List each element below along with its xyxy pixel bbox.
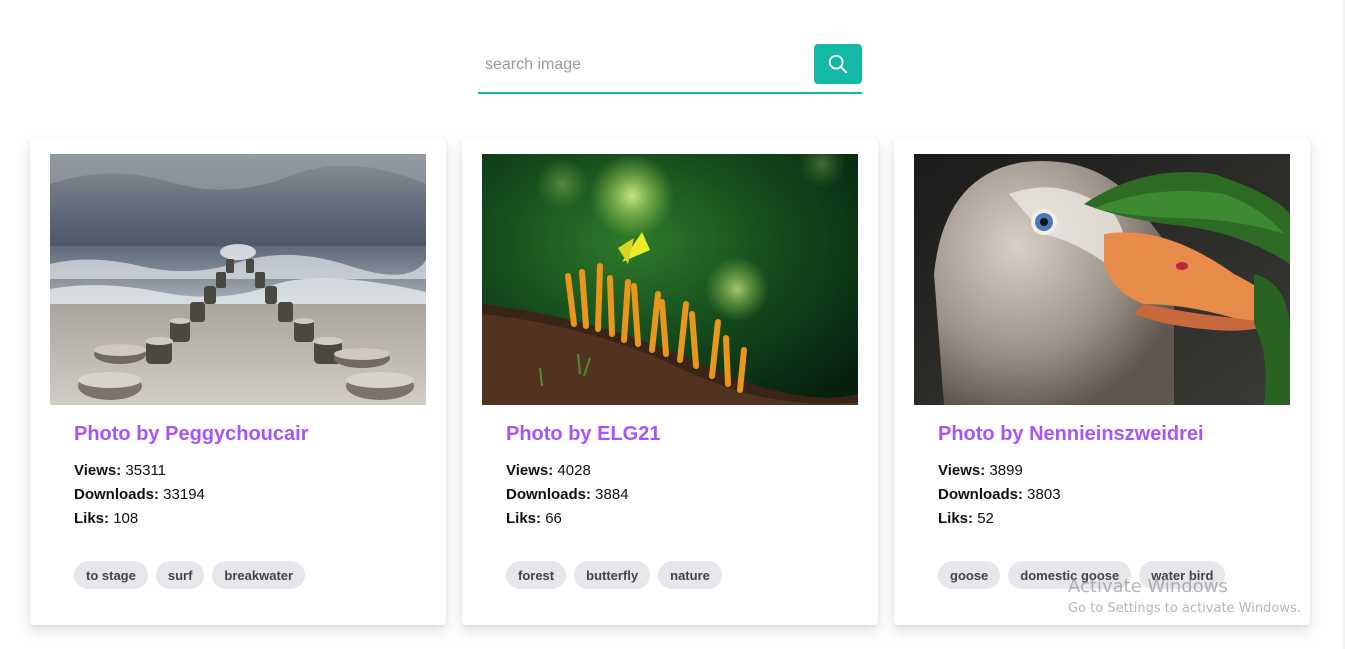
card-image[interactable]: [50, 154, 426, 405]
downloads-stat: Downloads: 3803: [938, 483, 1061, 507]
downloads-value: 33194: [163, 486, 205, 503]
tag-chip[interactable]: nature: [658, 561, 722, 589]
likes-label: Liks:: [74, 510, 110, 527]
search-button[interactable]: [814, 44, 862, 84]
card-stats: Views: 4028 Downloads: 3884 Liks: 66: [506, 459, 629, 531]
views-value: 35311: [125, 462, 167, 479]
activate-windows-watermark: Activate Windows Go to Settings to activ…: [1068, 576, 1301, 616]
likes-stat: Liks: 108: [74, 507, 205, 531]
likes-label: Liks:: [506, 510, 542, 527]
image-card: Photo by Nennieinszweidrei Views: 3899 D…: [894, 138, 1310, 625]
downloads-value: 3803: [1027, 486, 1061, 503]
likes-label: Liks:: [938, 510, 974, 527]
downloads-value: 3884: [595, 486, 629, 503]
likes-value: 66: [545, 510, 562, 527]
likes-value: 108: [113, 510, 139, 527]
downloads-label: Downloads:: [74, 486, 159, 503]
tag-chip[interactable]: goose: [938, 561, 1001, 589]
tag-chip[interactable]: forest: [506, 561, 567, 589]
tag-chip[interactable]: surf: [155, 561, 205, 589]
search-icon: [828, 54, 848, 74]
tag-chip[interactable]: breakwater: [212, 561, 306, 589]
views-value: 3899: [989, 462, 1023, 479]
image-card: Photo by Peggychoucair Views: 35311 Down…: [30, 138, 446, 625]
card-image[interactable]: [482, 154, 858, 405]
downloads-stat: Downloads: 3884: [506, 483, 629, 507]
search-bar: [478, 42, 862, 94]
watermark-subtitle: Go to Settings to activate Windows.: [1068, 601, 1301, 616]
page: Photo by Peggychoucair Views: 35311 Down…: [0, 0, 1345, 649]
views-label: Views:: [506, 462, 554, 479]
image-card: Photo by ELG21 Views: 4028 Downloads: 38…: [462, 138, 878, 625]
card-title[interactable]: Photo by Nennieinszweidrei: [938, 423, 1204, 446]
tag-list: to stage surf breakwater: [74, 561, 306, 589]
likes-value: 52: [977, 510, 994, 527]
card-stats: Views: 3899 Downloads: 3803 Liks: 52: [938, 459, 1061, 531]
watermark-title: Activate Windows: [1068, 576, 1228, 597]
views-stat: Views: 3899: [938, 459, 1061, 483]
card-stats: Views: 35311 Downloads: 33194 Liks: 108: [74, 459, 205, 531]
tag-chip[interactable]: to stage: [74, 561, 148, 589]
card-image[interactable]: [914, 154, 1290, 405]
likes-stat: Liks: 66: [506, 507, 629, 531]
views-label: Views:: [938, 462, 986, 479]
card-title[interactable]: Photo by Peggychoucair: [74, 423, 308, 446]
search-input[interactable]: [478, 44, 808, 86]
downloads-label: Downloads:: [506, 486, 591, 503]
downloads-label: Downloads:: [938, 486, 1023, 503]
views-stat: Views: 35311: [74, 459, 205, 483]
views-stat: Views: 4028: [506, 459, 629, 483]
likes-stat: Liks: 52: [938, 507, 1061, 531]
downloads-stat: Downloads: 33194: [74, 483, 205, 507]
tag-list: forest butterfly nature: [506, 561, 722, 589]
views-value: 4028: [557, 462, 591, 479]
card-title[interactable]: Photo by ELG21: [506, 423, 660, 446]
tag-chip[interactable]: butterfly: [574, 561, 651, 589]
views-label: Views:: [74, 462, 122, 479]
